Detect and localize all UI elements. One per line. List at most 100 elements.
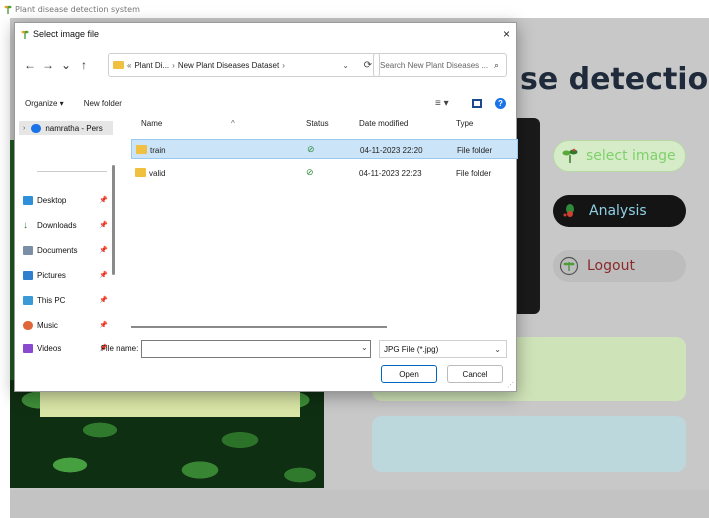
- column-type[interactable]: Type: [456, 119, 473, 128]
- select-image-dialog: Select image file × ← → ⌄ ↑ « Plant Di..…: [14, 22, 518, 392]
- breadcrumb-dataset[interactable]: New Plant Diseases Dataset: [178, 61, 279, 70]
- sidebar-item-pictures[interactable]: Pictures 📌: [23, 268, 108, 282]
- app-title: Plant disease detection system: [15, 4, 140, 14]
- sync-status-icon: ⊘: [307, 144, 315, 154]
- analysis-label: Analysis: [589, 203, 647, 219]
- sidebar-item-label: Music: [37, 320, 58, 330]
- sidebar-item-label: Documents: [37, 245, 78, 255]
- sidebar-item-label: Downloads: [37, 220, 77, 230]
- file-name: valid: [149, 169, 166, 178]
- back-arrow-icon[interactable]: ←: [21, 58, 39, 72]
- download-icon: ↓: [23, 219, 28, 231]
- chevron-down-icon[interactable]: ⌄: [361, 343, 368, 352]
- sidebar-item-videos[interactable]: Videos 📌: [23, 341, 108, 355]
- file-type: File folder: [457, 146, 493, 155]
- select-image-label: select image: [586, 148, 676, 164]
- dialog-titlebar: Select image file: [15, 23, 516, 45]
- table-row[interactable]: train ⊘ 04-11-2023 22:20 File folder: [131, 139, 518, 159]
- folder-icon: [136, 145, 147, 154]
- horizontal-scrollbar[interactable]: [131, 326, 387, 328]
- table-row[interactable]: valid ⊘ 04-11-2023 22:23 File folder: [131, 163, 518, 183]
- app-titlebar: Plant disease detection system: [0, 0, 709, 18]
- search-placeholder: Search New Plant Diseases ...: [380, 60, 489, 70]
- preview-pane-icon[interactable]: [472, 98, 482, 108]
- breadcrumb-separator: ›: [282, 60, 285, 70]
- file-list-header: ^ Name Status Date modified Type: [131, 115, 518, 133]
- chevron-down-icon: ⌄: [494, 344, 501, 354]
- file-name-input[interactable]: [141, 340, 371, 358]
- sidebar-item-documents[interactable]: Documents 📌: [23, 243, 108, 257]
- analysis-button[interactable]: Analysis: [553, 195, 686, 227]
- organize-menu[interactable]: Organize ▾: [25, 99, 64, 108]
- navigation-pane: › namratha - Pers Desktop 📌 ↓ Downloads …: [15, 115, 115, 353]
- sprout-icon: [562, 148, 578, 163]
- breadcrumb-separator: ›: [172, 60, 175, 70]
- column-date-modified[interactable]: Date modified: [359, 119, 408, 128]
- file-type: File folder: [456, 169, 492, 178]
- sidebar-item-label: Videos: [37, 343, 62, 353]
- logout-plant-icon: [559, 256, 579, 276]
- file-name-label: File name:: [101, 344, 139, 353]
- sidebar-divider: [37, 171, 107, 172]
- pin-icon: 📌: [99, 272, 108, 279]
- file-type-value: JPG File (*.jpg): [384, 344, 439, 354]
- desktop-icon: [23, 195, 33, 205]
- dialog-toolbar: Organize ▾ New folder ≡ ▾ ?: [15, 95, 518, 111]
- search-input[interactable]: Search New Plant Diseases ... ⌕: [373, 53, 507, 77]
- resize-grip-icon[interactable]: ⋰: [507, 381, 514, 389]
- file-name: train: [150, 146, 166, 155]
- select-image-button[interactable]: select image: [553, 140, 686, 172]
- file-date: 04-11-2023 22:20: [360, 146, 423, 155]
- sidebar-item-label: Desktop: [37, 195, 67, 205]
- new-folder-button[interactable]: New folder: [84, 99, 122, 108]
- search-icon: ⌕: [493, 59, 499, 70]
- sidebar-item-label: This PC: [37, 295, 66, 305]
- view-options-icon[interactable]: ≡ ▾: [435, 98, 449, 109]
- computer-icon: [23, 295, 33, 305]
- forward-arrow-icon[interactable]: →: [39, 58, 57, 72]
- file-date: 04-11-2023 22:23: [359, 169, 422, 178]
- plant-icon: [21, 30, 29, 39]
- logout-button[interactable]: Logout: [553, 250, 686, 282]
- chevron-down-icon[interactable]: ⌄: [342, 61, 349, 70]
- document-icon: [23, 245, 33, 255]
- dialog-title: Select image file: [33, 29, 100, 39]
- refresh-icon[interactable]: ⟳: [364, 60, 372, 71]
- sidebar-item-desktop[interactable]: Desktop 📌: [23, 193, 108, 207]
- chevron-right-icon[interactable]: ›: [23, 125, 25, 132]
- diseased-plant-icon: [563, 204, 574, 217]
- address-overflow[interactable]: «: [127, 61, 131, 70]
- file-list: ^ Name Status Date modified Type train ⊘…: [131, 115, 518, 337]
- address-bar[interactable]: « Plant Di... › New Plant Diseases Datas…: [108, 53, 380, 77]
- open-button[interactable]: Open: [381, 365, 437, 383]
- sort-caret-icon: ^: [231, 119, 235, 128]
- sync-status-icon: ⊘: [306, 167, 314, 177]
- logout-label: Logout: [587, 258, 635, 274]
- app-bottom-bar: [10, 490, 709, 518]
- sidebar-item-music[interactable]: Music 📌: [23, 318, 108, 332]
- pin-icon: 📌: [99, 197, 108, 204]
- cloud-icon: [31, 123, 42, 133]
- sidebar-item-label: Pictures: [37, 270, 66, 280]
- sidebar-item-this-pc[interactable]: This PC 📌: [23, 293, 108, 307]
- column-status[interactable]: Status: [306, 119, 329, 128]
- cancel-button[interactable]: Cancel: [447, 365, 503, 383]
- page-title: se detection: [520, 62, 709, 97]
- breadcrumb-plant-di[interactable]: Plant Di...: [134, 61, 169, 70]
- pin-icon: 📌: [99, 297, 108, 304]
- pin-icon: 📌: [99, 322, 108, 329]
- navigation-bar: ← → ⌄ ↑ « Plant Di... › New Plant Diseas…: [15, 53, 518, 77]
- plant-icon: [4, 5, 12, 14]
- help-icon[interactable]: ?: [495, 97, 506, 109]
- recent-locations-icon[interactable]: ⌄: [57, 58, 75, 72]
- sidebar-item-downloads[interactable]: ↓ Downloads 📌: [23, 218, 108, 232]
- sidebar-item-label: namratha - Pers: [45, 123, 103, 133]
- sidebar-item-onedrive[interactable]: › namratha - Pers: [19, 121, 113, 135]
- folder-icon: [113, 61, 124, 69]
- pictures-icon: [23, 270, 33, 280]
- column-name[interactable]: Name: [141, 119, 162, 128]
- sidebar-scrollbar[interactable]: [112, 165, 115, 275]
- up-arrow-icon[interactable]: ↑: [75, 58, 93, 72]
- close-icon[interactable]: ×: [503, 27, 510, 41]
- file-type-select[interactable]: JPG File (*.jpg) ⌄: [379, 340, 507, 358]
